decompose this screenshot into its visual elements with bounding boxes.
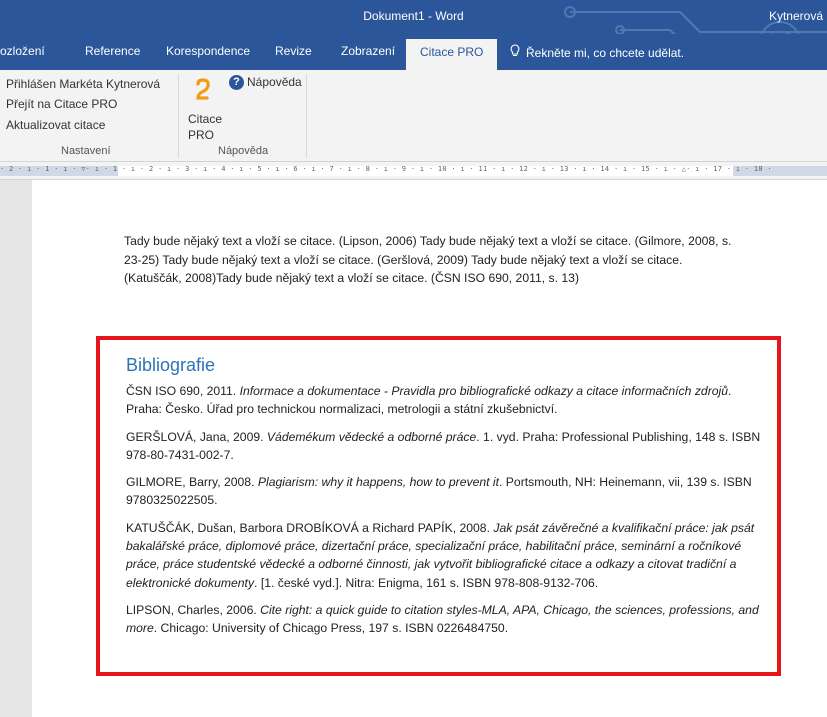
citace-pro-icon [188,78,222,107]
ruler-ticks: · 2 · ı · 1 · ı · ▽· ı · 1 · ı · 2 · ı ·… [0,165,772,173]
tell-me-search[interactable]: Řekněte mi, co chcete udělat. [510,44,684,60]
entry-author: GILMORE, Barry, 2008. [126,475,258,490]
entry-title: Vádemékum vědecké a odborné práce [266,429,477,444]
entry-author: GERŠLOVÁ, Jana, 2009. [126,429,267,444]
horizontal-ruler[interactable]: · 2 · ı · 1 · ı · ▽· ı · 1 · ı · 2 · ı ·… [0,162,827,180]
help-button[interactable]: ? Nápověda [229,75,302,91]
entry-author: KATUŠČÁK, Dušan, Barbora DROBÍKOVÁ a Ric… [126,520,494,535]
entry-title: Informace a dokumentace - Pravidla pro b… [239,384,729,398]
body-paragraph[interactable]: Tady bude nějaký text a vloží se citace.… [124,232,736,288]
ribbon-panel: Přihlášen Markéta Kytnerová Přejít na Ci… [0,70,827,162]
bibliography-entry[interactable]: ČSN ISO 690, 2011. Informace a dokumenta… [126,382,766,419]
entry-details: . Chicago: University of Chicago Press, … [153,621,509,636]
entry-author: ČSN ISO 690, 2011. [126,384,240,398]
tab-citace-pro[interactable]: Citace PRO [406,39,498,70]
goto-citace-pro-button[interactable]: Přejít na Citace PRO [6,97,117,111]
bibliography-entry[interactable]: GILMORE, Barry, 2008. Plagiarism: why it… [126,473,766,510]
signed-in-user[interactable]: Kytnerová [769,9,823,23]
bibliography-title: Bibliografie [126,355,216,375]
citace-pro-button[interactable]: Citace PRO [188,78,222,143]
help-label: Nápověda [247,75,302,89]
entry-title: Plagiarism: why it happens, how to preve… [257,475,500,490]
citace-pro-label-2: PRO [188,128,215,142]
bibliography-list[interactable]: ČSN ISO 690, 2011. Informace a dokumenta… [126,382,766,647]
help-icon: ? [229,75,244,91]
bibliography-entry[interactable]: KATUŠČÁK, Dušan, Barbora DROBÍKOVÁ a Ric… [126,519,766,592]
entry-details: . [1. české vyd.]. Nitra: Enigma, 161 s.… [254,575,599,590]
title-bar: Dokument1 - Word Kytnerová [0,0,827,34]
update-citations-button[interactable]: Aktualizovat citace [6,118,105,132]
group-label-napoveda: Nápověda [218,145,269,157]
tab-revize[interactable]: Revize [275,44,312,58]
tell-me-label: Řekněte mi, co chcete udělat. [526,46,685,60]
group-label-nastaveni: Nastavení [61,145,111,157]
citace-pro-label-1: Citace [188,112,223,126]
window-title: Dokument1 - Word [363,9,464,23]
tab-rozlozeni[interactable]: ozložení [0,44,45,58]
lightbulb-icon [510,44,520,60]
signed-in-button[interactable]: Přihlášen Markéta Kytnerová [6,77,160,91]
tab-korespondence[interactable]: Korespondence [166,44,250,58]
group-separator [178,74,179,158]
bibliography-entry[interactable]: LIPSON, Charles, 2006. Cite right: a qui… [126,601,766,638]
ribbon-tabs: ozložení Reference Korespondence Revize … [0,34,827,70]
group-separator [306,74,307,158]
document-page[interactable]: Tady bude nějaký text a vloží se citace.… [32,180,827,717]
tab-reference[interactable]: Reference [85,44,140,58]
entry-author: LIPSON, Charles, 2006. [126,602,261,617]
bibliography-entry[interactable]: GERŠLOVÁ, Jana, 2009. Vádemékum vědecké … [126,428,766,465]
tab-zobrazeni[interactable]: Zobrazení [341,44,395,58]
